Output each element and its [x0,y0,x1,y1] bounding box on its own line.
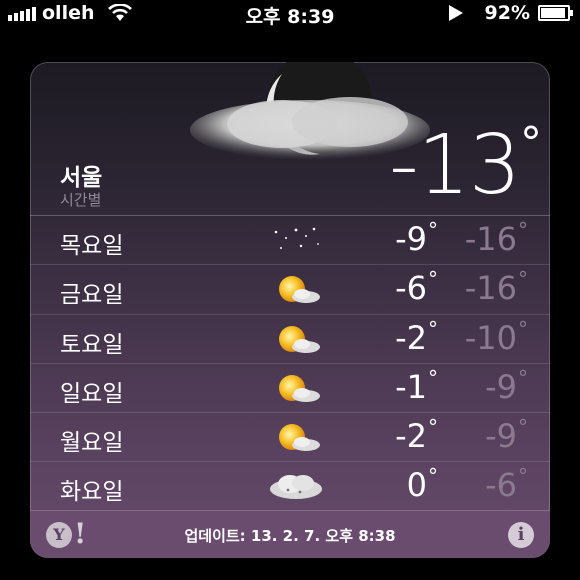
status-bar: olleh 오후 8:39 92% [0,0,580,28]
city-name: 서울 [60,165,103,191]
current-temperature: -13 [389,118,521,213]
forecast-high: -6° [395,267,438,308]
forecast-low: -9° [485,365,528,406]
sun-cloud-icon [266,372,326,406]
forecast-day: 일요일 [60,380,124,407]
forecast-row: 토요일 -2° -10° [30,313,550,363]
forecast-row: 금요일 -6° -16° [30,264,550,313]
card-footer: Y ! 업데이트: 13. 2. 7. 오후 8:38 i [30,510,550,558]
sun-cloud-icon [266,323,326,357]
snow-cloud-icon [266,470,326,504]
forecast-day: 월요일 [60,430,124,457]
current-degree-symbol: ° [520,118,542,169]
forecast-high: 0° [406,464,438,505]
weather-card: 서울 시간별 -13 ° 목요일 -9° -16° 금요일 -6° -16° 토요일 -2° -… [30,62,550,558]
play-icon [448,5,463,21]
forecast-row: 월요일 -2° -9° [30,412,550,461]
battery-icon [538,5,573,21]
night-stars-icon [266,224,326,258]
forecast-low: -9° [485,415,528,456]
battery-level [541,8,565,18]
forecast-high: -2° [395,415,438,456]
forecast-day: 금요일 [60,282,124,309]
battery-percent: 92% [484,2,530,24]
forecast-row: 목요일 -9° -16° [30,215,550,264]
forecast-day: 토요일 [60,331,124,358]
forecast-high: -9° [395,218,438,258]
forecast-low: -10° [464,316,528,357]
forecast-row: 일요일 -1° -9° [30,362,550,412]
sun-cloud-icon [266,273,326,307]
forecast-high: -1° [395,365,438,406]
forecast-low: -6° [485,464,528,505]
forecast-row: 화요일 0° -6° [30,461,550,510]
forecast-high: -2° [395,316,438,357]
forecast-low: -16° [464,218,528,258]
hourly-toggle[interactable]: 시간별 [60,189,101,210]
forecast-list: 목요일 -9° -16° 금요일 -6° -16° 토요일 -2° -10° 일요일 -1° -9° 월… [30,215,550,511]
forecast-day: 화요일 [60,479,124,506]
last-updated: 업데이트: 13. 2. 7. 오후 8:38 [184,527,396,545]
sun-cloud-icon [266,421,326,455]
forecast-day: 목요일 [60,233,124,259]
info-button[interactable]: i [508,522,534,548]
forecast-low: -16° [464,267,528,308]
status-right: 92% [448,2,573,24]
